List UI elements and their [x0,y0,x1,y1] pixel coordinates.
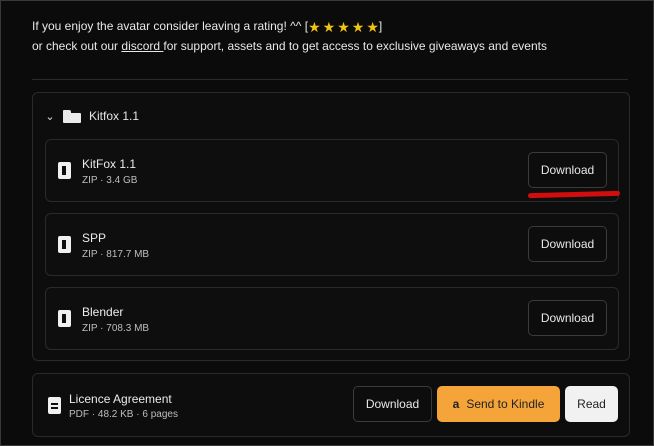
file-group-title: Kitfox 1.1 [89,109,140,123]
star-icon[interactable]: ★ [308,20,321,34]
file-row-blender: Blender ZIP · 708.3 MB Download [45,287,619,350]
file-meta: ZIP · 708.3 MB [82,323,150,334]
download-button[interactable]: Download [528,152,607,188]
divider [32,79,628,80]
file-name: SPP [82,231,107,245]
amazon-icon: a [452,397,460,411]
file-row-kitfox: KitFox 1.1 ZIP · 3.4 GB Download [45,139,621,202]
document-icon [48,397,61,414]
rating-bracket-close: ] [378,19,383,33]
download-button[interactable]: Download [528,300,607,336]
read-button[interactable]: Read [565,386,618,422]
intro-text: If you enjoy the avatar consider leaving… [32,16,547,56]
star-icon[interactable]: ★ [366,20,379,34]
licence-row: Licence Agreement PDF · 48.2 KB · 6 page… [32,373,630,437]
zip-file-icon [58,310,71,327]
licence-download-button[interactable]: Download [353,386,432,422]
star-icon[interactable]: ★ [323,20,336,34]
star-icon[interactable]: ★ [337,20,350,34]
send-to-kindle-button[interactable]: a Send to Kindle [437,386,560,422]
file-group: ⌄ Kitfox 1.1 KitFox 1.1 ZIP · 3.4 GB Dow… [32,92,630,361]
folder-icon [63,109,81,123]
licence-name: Licence Agreement [69,392,172,406]
rating-stars[interactable]: ★ ★ ★ ★ ★ [308,20,379,34]
discord-line: or check out our discord for support, as… [32,36,547,56]
file-row-spp: SPP ZIP · 817.7 MB Download [45,213,619,276]
discord-link[interactable]: discord [121,39,163,53]
red-underline-annotation [527,190,621,199]
zip-file-icon [58,162,71,179]
page-frame: If you enjoy the avatar consider leaving… [0,0,654,446]
rating-line: If you enjoy the avatar consider leaving… [32,16,547,36]
file-name: KitFox 1.1 [82,157,137,171]
file-meta: ZIP · 817.7 MB [82,249,150,260]
send-to-kindle-label: Send to Kindle [466,397,545,411]
star-icon[interactable]: ★ [352,20,365,34]
file-name: Blender [82,305,124,319]
discord-suffix: for support, assets and to get access to… [163,39,547,53]
file-group-header[interactable]: ⌄ Kitfox 1.1 [45,109,139,123]
chevron-down-icon[interactable]: ⌄ [45,110,55,123]
file-meta: ZIP · 3.4 GB [82,175,138,186]
zip-file-icon [58,236,71,253]
licence-meta: PDF · 48.2 KB · 6 pages [69,409,178,420]
download-button[interactable]: Download [528,226,607,262]
rating-prompt: If you enjoy the avatar consider leaving… [32,19,309,33]
discord-prefix: or check out our [32,39,122,53]
